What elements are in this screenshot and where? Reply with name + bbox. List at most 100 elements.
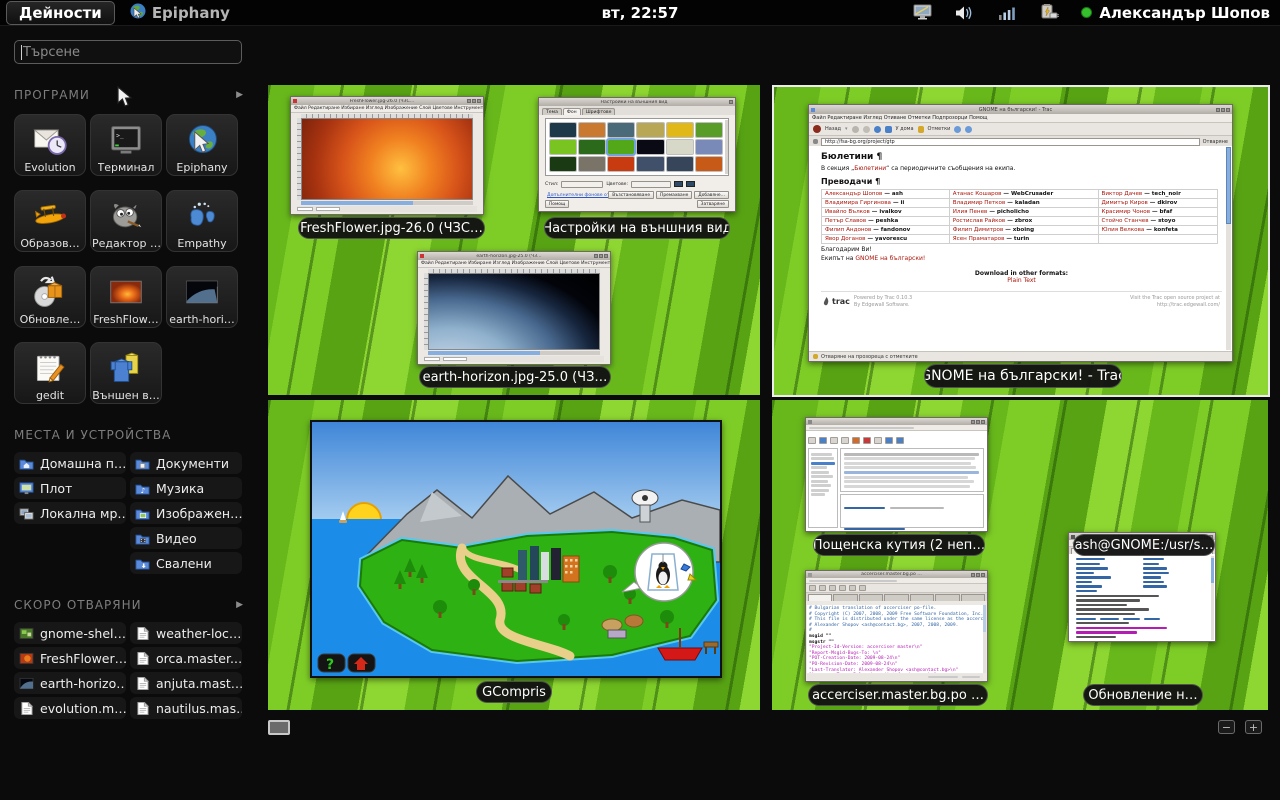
recent-weather-locations[interactable]: weather-loc… <box>130 622 242 644</box>
window-label-terminal[interactable]: ash@GNOME:/usr/s… <box>1073 534 1215 556</box>
terminal-scrollbar[interactable] <box>1211 556 1214 640</box>
recent-expander-icon[interactable]: ▶ <box>236 600 244 610</box>
tab-fonts[interactable]: Шрифтове <box>582 108 616 115</box>
zoom-in-icon[interactable] <box>965 126 972 133</box>
place-documents[interactable]: Документи <box>130 452 242 474</box>
window-label-updates[interactable]: Обновление н… <box>1083 684 1203 706</box>
evolution-message-list[interactable] <box>840 448 984 492</box>
workspace-1[interactable]: FreshFlower.jpg-26.0 (ЧЗС… Файл Редактир… <box>268 85 760 395</box>
window-epiphany-trac[interactable]: GNOME на български! - Trac Файл Редактир… <box>808 104 1233 362</box>
app-gimp[interactable]: Редактор … <box>90 190 162 252</box>
colors-dropdown[interactable] <box>631 181 671 188</box>
place-music[interactable]: ♪ Музика <box>130 477 242 499</box>
window-gimp-earth[interactable]: earth-horizon.jpg-25.0 (ЧЗ… Файл Редакти… <box>417 251 611 365</box>
window-buttons[interactable] <box>467 99 481 103</box>
place-home[interactable]: Домашна п… <box>14 452 126 474</box>
window-label-gimp-freshflower[interactable]: FreshFlower.jpg-26.0 (ЧЗС… <box>298 217 485 239</box>
wallpaper-thumb[interactable] <box>579 123 605 137</box>
tab-background[interactable]: Фон <box>563 108 581 115</box>
window-buttons[interactable] <box>729 100 733 104</box>
trac-logo[interactable]: trac <box>823 295 850 308</box>
restore-button[interactable]: Възстановяване <box>608 191 654 199</box>
place-desktop[interactable]: Плот <box>14 477 126 499</box>
translator-link[interactable]: Ивайло Вълков <box>825 209 870 215</box>
workspace-indicator[interactable] <box>268 720 290 735</box>
translator-link[interactable]: Красимир Чонов <box>1102 209 1150 215</box>
recent-anjuta-master[interactable]: anjuta.mast… <box>130 672 242 694</box>
translator-link[interactable]: Петър Славов <box>825 218 866 224</box>
window-gcompris[interactable]: ? <box>310 420 722 678</box>
wallpaper-thumb[interactable] <box>550 140 576 154</box>
evolution-folder-tree[interactable] <box>808 448 838 528</box>
remove-workspace-button[interactable]: − <box>1218 720 1235 734</box>
style-dropdown[interactable] <box>561 181 603 188</box>
place-downloads[interactable]: Свалени <box>130 552 242 574</box>
wallpaper-scrollbar[interactable] <box>725 120 728 174</box>
translator-link[interactable]: Филип Андонов <box>825 227 871 233</box>
translator-link[interactable]: Виктор Дачев <box>1102 191 1143 197</box>
translator-link[interactable]: Ясен Праматаров <box>953 236 1005 242</box>
wallpaper-thumb[interactable] <box>550 123 576 137</box>
translator-link[interactable]: Стойчо Станчев <box>1102 218 1149 224</box>
wallpaper-thumb[interactable] <box>667 123 693 137</box>
window-label-appearance[interactable]: Настройки на външния вид <box>544 217 730 239</box>
window-buttons[interactable] <box>1216 108 1230 112</box>
window-evolution[interactable] <box>805 417 988 532</box>
back-icon[interactable] <box>813 125 821 133</box>
wallpaper-thumb[interactable] <box>579 157 605 171</box>
recent-earth-horizon[interactable]: earth-horizo… <box>14 672 126 694</box>
workspace-3[interactable]: ? GCompris <box>268 400 760 710</box>
app-gedit[interactable]: gedit <box>14 342 86 404</box>
wallpaper-thumb[interactable] <box>696 123 722 137</box>
home-icon[interactable] <box>885 126 892 133</box>
bookmarks-icon[interactable] <box>918 126 924 133</box>
wallpaper-thumb[interactable] <box>696 140 722 154</box>
plain-text-link[interactable]: Plain Text <box>821 277 1222 284</box>
volume-icon[interactable] <box>955 4 975 22</box>
window-label-gcompris[interactable]: GCompris <box>476 681 552 703</box>
url-input[interactable]: http://fsa-bg.org/project/gtp <box>821 138 1200 146</box>
search-input[interactable]: Търсене <box>14 40 242 64</box>
translator-link[interactable]: Атанас Кошаров <box>953 191 1002 197</box>
network-signal-icon[interactable] <box>997 4 1017 22</box>
wallpaper-thumb[interactable] <box>667 157 693 171</box>
wallpaper-thumb[interactable] <box>579 140 605 154</box>
app-epiphany[interactable]: Epiphany <box>166 114 238 176</box>
translator-link[interactable]: Филип Димитров <box>953 227 1004 233</box>
place-pictures[interactable]: Изображен… <box>130 502 242 524</box>
bulletins-link[interactable]: Бюлетини <box>854 165 886 172</box>
add-workspace-button[interactable]: + <box>1245 720 1262 734</box>
workspace-2-active[interactable]: GNOME на български! - Trac Файл Редактир… <box>772 85 1270 397</box>
window-label-epiphany[interactable]: GNOME на български! - Trac <box>924 364 1122 388</box>
evolution-preview-pane[interactable] <box>840 494 984 528</box>
window-label-gimp-earth[interactable]: earth-horizon.jpg-25.0 (ЧЗ… <box>419 366 611 388</box>
remove-button[interactable]: Премахване <box>656 191 692 199</box>
gimp-hscrollbar[interactable] <box>428 351 600 355</box>
browser-scrollbar[interactable] <box>1226 147 1231 350</box>
gedit-tabs[interactable] <box>806 593 987 601</box>
window-label-gedit[interactable]: accerciser.master.bg.po … <box>808 684 988 706</box>
close-button[interactable]: Затваряне <box>697 200 729 208</box>
place-network[interactable]: Локална мр… <box>14 502 126 524</box>
place-videos[interactable]: Видео <box>130 527 242 549</box>
app-gcompris[interactable]: Образов… <box>14 190 86 252</box>
translator-link[interactable]: Ростислав Райков <box>953 218 1005 224</box>
add-button[interactable]: Добавяне… <box>694 191 729 199</box>
forward-icon[interactable] <box>852 126 859 133</box>
app-empathy[interactable]: Empathy <box>166 190 238 252</box>
recent-orca-master[interactable]: orca.master.… <box>130 647 242 669</box>
wallpaper-thumb[interactable] <box>637 157 663 171</box>
help-button[interactable]: Помощ <box>545 200 569 208</box>
wallpaper-thumb[interactable] <box>696 157 722 171</box>
display-icon[interactable] <box>913 4 933 22</box>
app-evolution[interactable]: Evolution <box>14 114 86 176</box>
team-link[interactable]: GNOME на български! <box>855 255 925 262</box>
window-appearance[interactable]: Настройки на външния вид Тема Фон Шрифто… <box>538 97 736 212</box>
translator-link[interactable]: Юлия Велкова <box>1102 227 1145 233</box>
wallpaper-thumb[interactable] <box>667 140 693 154</box>
app-earth-image[interactable]: earth-hori… <box>166 266 238 328</box>
color-swatch[interactable] <box>674 181 683 187</box>
programs-expander-icon[interactable]: ▶ <box>236 90 244 100</box>
gimp-hscrollbar[interactable] <box>301 201 473 205</box>
recent-evolution-po[interactable]: evolution.m… <box>14 697 126 719</box>
